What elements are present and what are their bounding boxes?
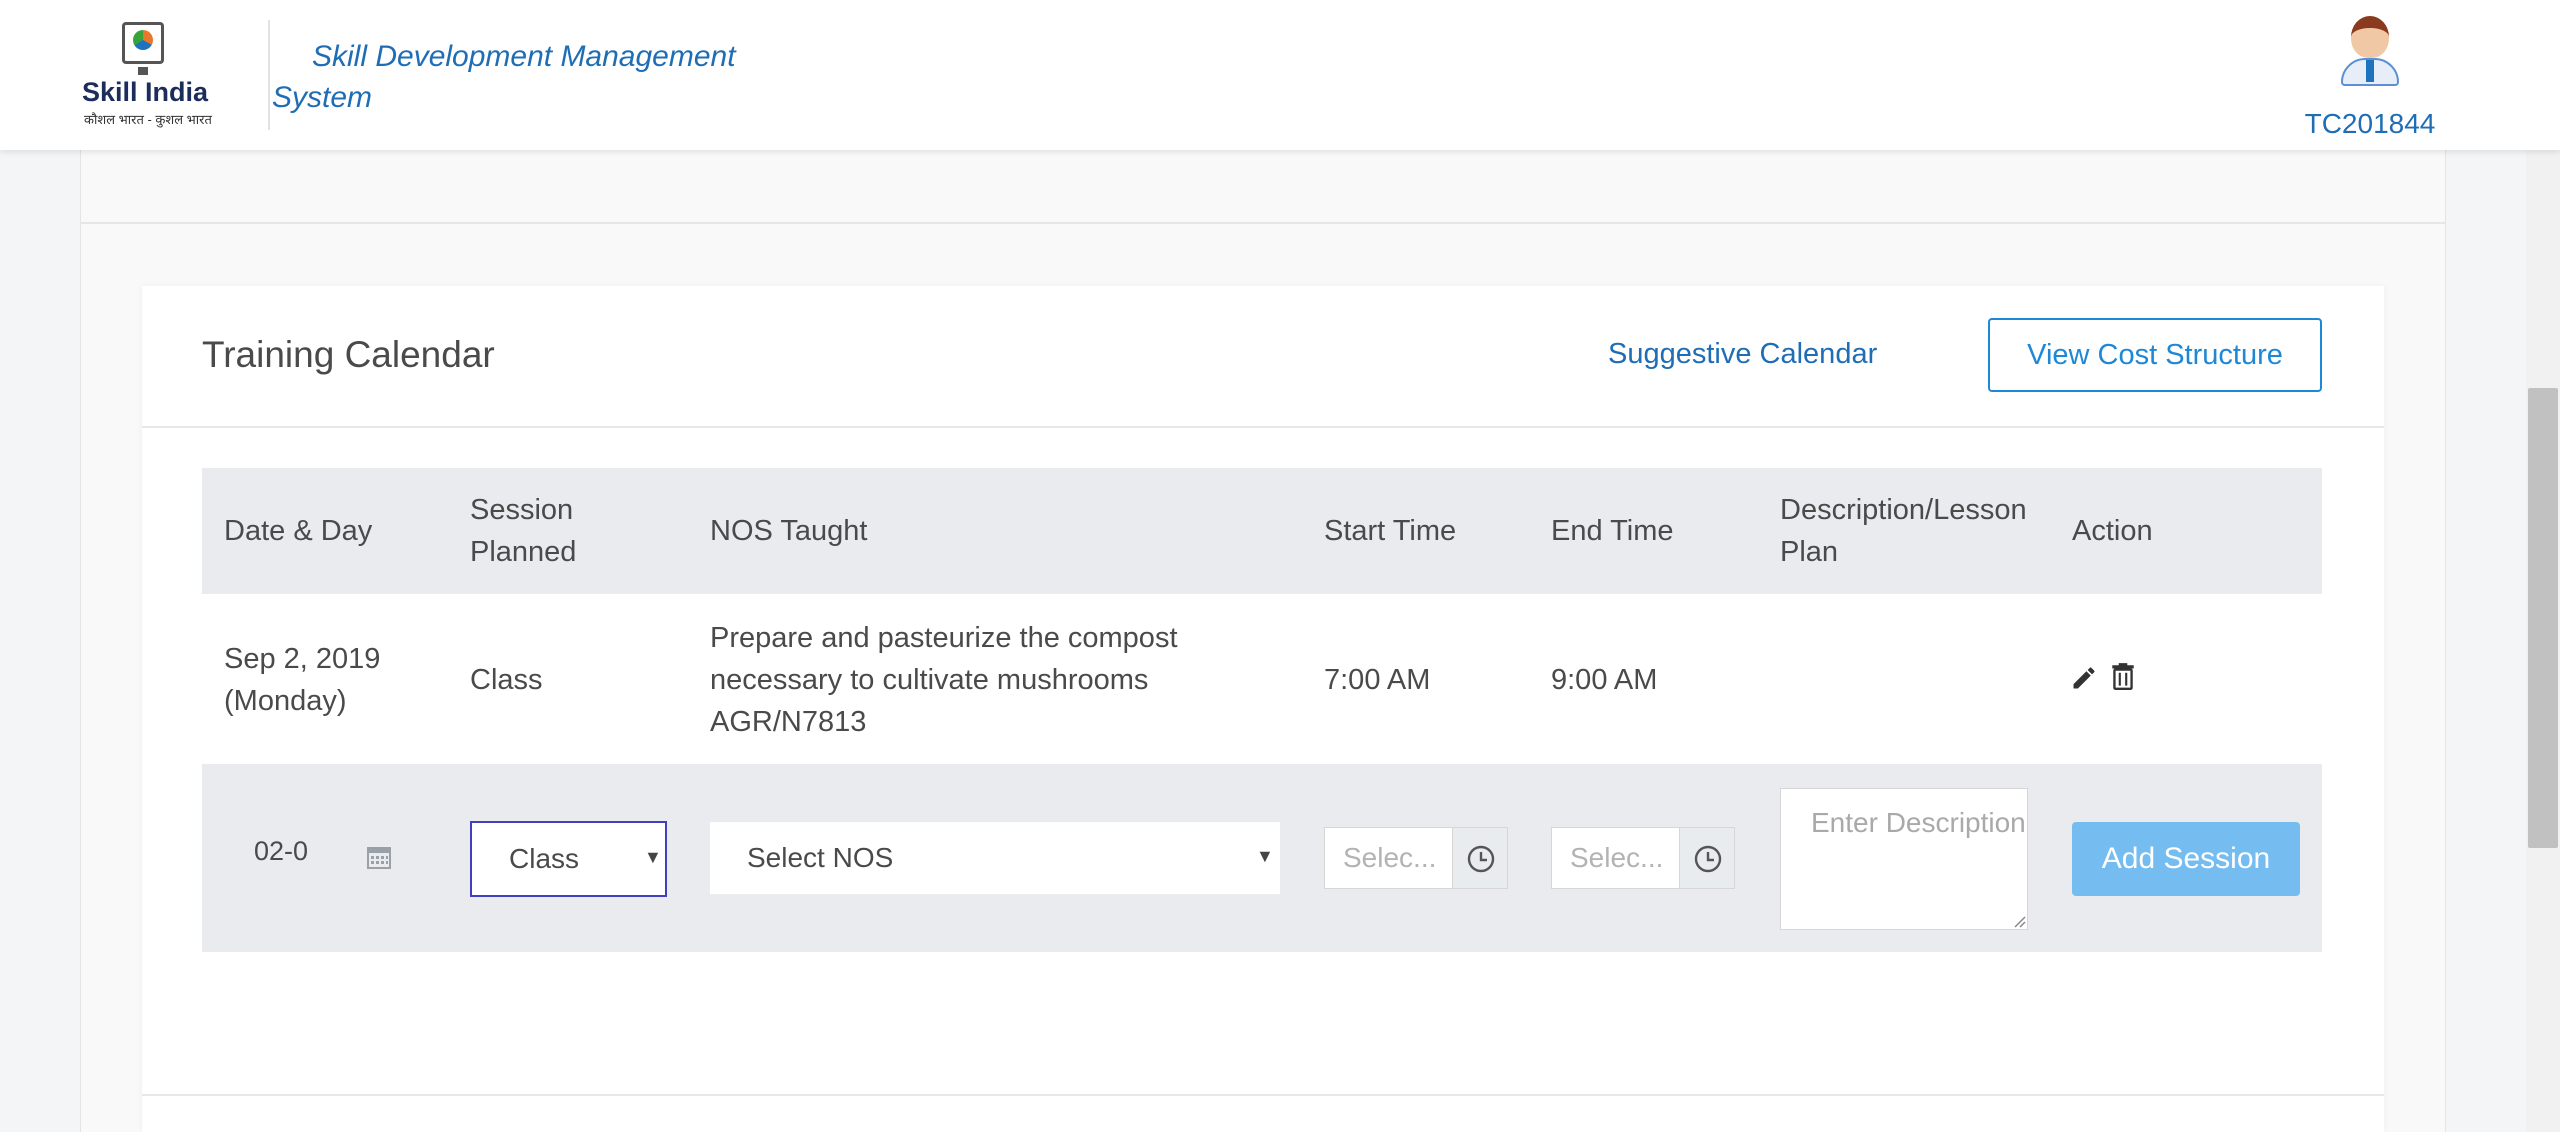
end-time-addon[interactable] [1679,827,1735,889]
row-session: Class [470,664,543,696]
logo-brand-text: Skill India [82,77,209,107]
clock-icon [1467,845,1495,873]
view-cost-structure-button[interactable]: View Cost Structure [1988,318,2322,392]
app-title: Skill Development Management System [272,40,736,114]
header-session-planned: Session Planned [470,494,577,568]
header-description: Description/Lesson Plan [1780,494,2027,568]
card-footer-divider [142,1094,2384,1096]
card-title: Training Calendar [202,334,495,375]
skill-india-emblem-icon [122,22,164,75]
header-end-time: End Time [1551,515,1674,547]
top-header: Skill India कौशल भारत - कुशल भारत Skill … [0,0,2560,150]
edit-pencil-icon[interactable] [2070,664,2098,697]
session-date-input[interactable]: 02-0 [224,836,348,884]
row-end-time: 9:00 AM [1551,664,1658,696]
header-start-time: Start Time [1324,515,1457,547]
scrollbar-thumb[interactable] [2528,388,2558,848]
add-session-button[interactable]: Add Session [2072,822,2300,896]
chevron-down-icon: ▼ [1256,846,1274,866]
skill-india-logo[interactable]: Skill India कौशल भारत - कुशल भारत [78,22,212,127]
clock-icon [1694,845,1722,873]
session-planned-value: Class [509,843,580,874]
calendar-icon[interactable] [366,844,392,875]
resize-handle-icon[interactable] [2012,914,2026,933]
nos-select[interactable]: Select NOS ▼ [710,822,1280,894]
logo-tagline: कौशल भारत - कुशल भारत [84,112,212,127]
session-planned-select[interactable]: Class ▼ [470,821,667,897]
start-time-input[interactable]: Selec... [1324,827,1454,889]
nos-select-placeholder: Select NOS [747,842,894,873]
card-header-divider [142,426,2384,428]
description-textarea[interactable]: Enter Description [1780,788,2028,930]
header-divider [268,20,270,130]
delete-trash-icon[interactable] [2110,661,2136,696]
row-day: (Monday) [224,685,347,717]
header-action: Action [2072,515,2153,547]
chevron-down-icon: ▼ [644,847,662,867]
outer-divider [80,222,2446,224]
row-start-time: 7:00 AM [1324,664,1431,696]
user-avatar-icon[interactable] [2335,14,2405,86]
start-time-addon[interactable] [1452,827,1508,889]
user-id[interactable]: TC201844 [2280,108,2460,140]
header-nos-taught: NOS Taught [710,515,868,547]
suggestive-calendar-link[interactable]: Suggestive Calendar [1608,338,1877,371]
end-time-input[interactable]: Selec... [1551,827,1681,889]
header-date-day: Date & Day [224,515,373,547]
row-nos: Prepare and pasteurize the compost neces… [710,622,1178,738]
row-date: Sep 2, 2019 [224,643,381,675]
